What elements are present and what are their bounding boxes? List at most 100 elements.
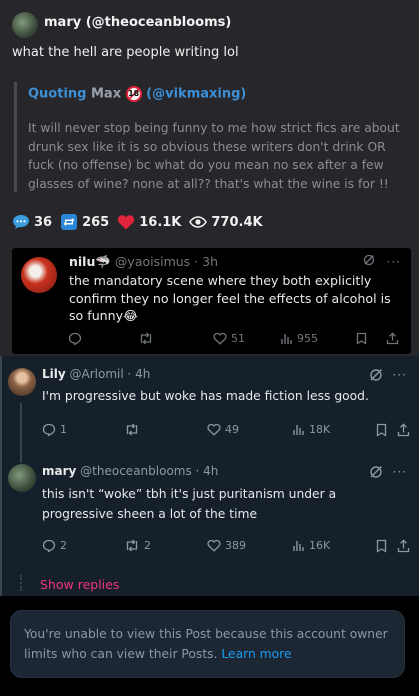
quote-text: It will never stop being funny to me how… (28, 121, 400, 191)
reply-author-meta[interactable]: @theoceanblooms · 4h (80, 464, 218, 478)
repost-count[interactable]: 265 (60, 213, 109, 231)
heart-outline-icon (207, 423, 221, 436)
heart-outline-icon (207, 539, 221, 552)
views-button[interactable]: 18K (292, 423, 330, 436)
grok-icon[interactable] (369, 465, 383, 479)
embed-like: 51 (213, 332, 245, 345)
embed-repost (138, 332, 158, 345)
learn-more-link[interactable]: Learn more (221, 647, 291, 661)
like-button[interactable]: 49 (207, 423, 239, 436)
reply-avatar-lily[interactable] (8, 368, 36, 396)
share-button[interactable] (397, 539, 414, 553)
heart-icon (118, 215, 135, 230)
repost-count: 2 (144, 539, 151, 552)
notice-message: You're unable to view this Post because … (24, 627, 388, 661)
more-icon[interactable]: ··· (393, 368, 407, 382)
reply-actions: 2 2 389 16K (42, 539, 412, 555)
quoted-post[interactable]: Quoting Max 18 (@vikmaxing) It will neve… (14, 82, 405, 192)
embed-view-count: 955 (297, 332, 318, 345)
bookmark-icon (376, 539, 387, 553)
embed-actions: 51 955 (68, 332, 408, 348)
embed-share (386, 332, 403, 345)
reply-author-name[interactable]: mary (42, 464, 76, 478)
reply-button[interactable]: 2 (42, 539, 67, 552)
like-button[interactable]: 389 (207, 539, 246, 552)
reply-icon (42, 539, 56, 552)
share-button[interactable] (397, 423, 414, 437)
reply-author-name[interactable]: Lily (42, 367, 66, 381)
thread-line (20, 403, 22, 463)
bookmark-icon (376, 423, 387, 437)
author-name[interactable]: mary (@theoceanblooms) (44, 15, 231, 30)
reply-header: mary @theoceanblooms · 4h (42, 464, 218, 478)
embed-bookmark (356, 332, 371, 345)
embed-avatar (21, 257, 57, 293)
author-avatar[interactable] (12, 12, 38, 38)
quote-prefix: Quoting (28, 86, 87, 102)
quote-header: Quoting Max 18 (@vikmaxing) (28, 86, 246, 102)
like-count: 389 (225, 539, 246, 552)
share-icon (397, 423, 410, 437)
reply-count: 2 (60, 539, 67, 552)
repost-button[interactable] (124, 423, 144, 436)
repost-icon (61, 214, 78, 230)
notice-text: You're unable to view this Post because … (24, 624, 394, 664)
grok-icon[interactable] (369, 368, 383, 382)
reply-icon (42, 423, 56, 436)
reply-button[interactable]: 1 (42, 423, 67, 436)
bookmark-icon (356, 332, 367, 345)
post-text: what the hell are people writing lol (12, 45, 239, 60)
reply-avatar-mary[interactable] (8, 464, 36, 492)
embed-controls: ··· (363, 254, 401, 269)
embed-like-count: 51 (231, 332, 245, 345)
reply-list: Lily @Arlomil · 4h ··· I'm progressive b… (0, 356, 419, 596)
embed-author-meta: @yaoisimus · 3h (114, 254, 218, 269)
embed-reply (68, 332, 86, 345)
share-icon (386, 332, 399, 345)
footer: You're unable to view this Post because … (0, 596, 419, 696)
reply-count: 1 (60, 423, 67, 436)
embed-text: the mandatory scene where they both expl… (69, 273, 391, 323)
grok-icon (363, 254, 374, 266)
reply-count-value: 36 (34, 214, 53, 230)
embed-views: 955 (280, 332, 318, 345)
reply-author-meta[interactable]: @Arlomil · 4h (70, 367, 151, 381)
bookmark-button[interactable] (376, 423, 391, 437)
age-badge-label: 18 (128, 89, 140, 98)
like-count[interactable]: 16.1K (117, 214, 181, 230)
thread-dots (20, 575, 22, 591)
like-count-value: 16.1K (139, 214, 182, 230)
reply-controls: ··· (369, 368, 407, 382)
repost-outline-icon (126, 423, 138, 436)
more-icon: ··· (386, 255, 401, 269)
quoted-author-name[interactable]: Max (91, 87, 121, 102)
analytics-icon (281, 334, 292, 344)
embed-author-name: nilu🦈 (69, 254, 111, 269)
main-post: mary (@theoceanblooms) what the hell are… (0, 0, 419, 356)
repost-outline-icon (140, 332, 152, 345)
bookmark-button[interactable] (376, 539, 391, 553)
view-count: 16K (309, 539, 331, 552)
share-icon (397, 539, 410, 553)
reply-icon (68, 332, 82, 345)
reply-controls: ··· (369, 465, 407, 479)
view-count[interactable]: 770.4K (189, 215, 263, 230)
reply-text: I'm progressive but woke has made fictio… (42, 389, 369, 403)
view-count: 18K (309, 423, 331, 436)
eye-icon (189, 216, 208, 228)
repost-count-value: 265 (82, 214, 110, 230)
restricted-post-notice: You're unable to view this Post because … (10, 610, 405, 678)
analytics-icon (293, 541, 304, 551)
show-replies-link[interactable]: Show replies (40, 577, 119, 592)
more-icon[interactable]: ··· (393, 465, 407, 479)
embed-header: nilu🦈 @yaoisimus · 3h (69, 254, 218, 270)
quoted-author-handle[interactable]: (@vikmaxing) (146, 87, 246, 102)
age-18-icon: 18 (125, 86, 142, 102)
views-button[interactable]: 16K (292, 539, 330, 552)
reply-header: Lily @Arlomil · 4h (42, 367, 150, 381)
repost-button[interactable]: 2 (124, 539, 151, 552)
reply-count[interactable]: 36 (12, 214, 52, 230)
speech-bubble-icon (13, 215, 29, 229)
reply-text: this isn't “woke” tbh it's just puritani… (42, 487, 337, 521)
embedded-screenshot: nilu🦈 @yaoisimus · 3h ··· the mandatory … (12, 248, 411, 354)
